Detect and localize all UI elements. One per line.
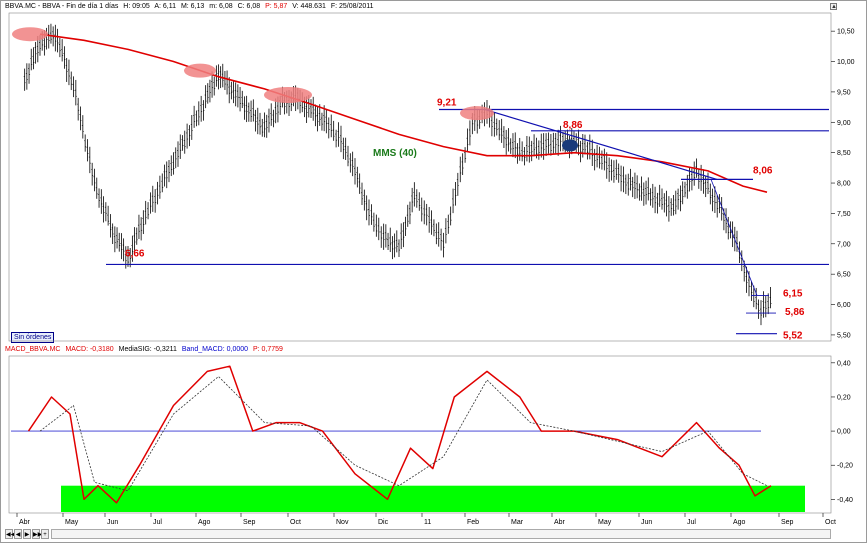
- zoom-button[interactable]: +: [41, 529, 49, 539]
- x-tick-label: Jun: [641, 519, 652, 526]
- chart-canvas: 10,50 10,00 9,50 9,00 8,50 8,00 7,50 7,00 6,50 6,…: [8, 12, 855, 526]
- macd-ytick-label: 0,00: [837, 429, 851, 436]
- x-tick-label: Feb: [467, 519, 479, 526]
- price-annotation-label: 8,06: [753, 165, 773, 176]
- last-button[interactable]: ▶▶: [32, 529, 42, 539]
- horizontal-scrollbar[interactable]: [51, 529, 831, 539]
- price-ytick-label: 6,50: [837, 272, 851, 279]
- x-tick-label: 11: [424, 519, 431, 526]
- x-tick-label: May: [598, 519, 612, 526]
- price-ytick-label: 10,00: [837, 59, 855, 66]
- prev-button[interactable]: ◀: [14, 529, 22, 539]
- highlight-ellipse: [184, 63, 216, 78]
- macd-ytick-label: -0,20: [837, 463, 853, 470]
- macd-ytick-label: 0,40: [837, 360, 851, 367]
- macd-ytick-label: 0,20: [837, 394, 851, 401]
- highlight-ellipse: [264, 86, 312, 103]
- x-tick-label: Ago: [198, 519, 211, 526]
- macd-line: [27, 365, 772, 504]
- price-ytick-label: 9,50: [837, 89, 851, 96]
- price-ytick-label: 8,00: [837, 181, 851, 188]
- highlight-dot: [562, 139, 578, 152]
- highlight-ellipse: [12, 27, 48, 42]
- price-ytick-label: 7,50: [837, 211, 851, 218]
- x-tick-label: Sep: [243, 519, 256, 526]
- price-ytick-label: 6,00: [837, 302, 851, 309]
- x-tick-label: Dic: [378, 519, 389, 526]
- x-tick-label: Oct: [290, 519, 301, 526]
- x-tick-label: Jul: [687, 519, 696, 526]
- x-tick-label: Jun: [107, 519, 118, 526]
- price-ytick-label: 5,50: [837, 332, 851, 339]
- price-annotation-label: 8,86: [563, 120, 583, 131]
- x-tick-label: Sep: [781, 519, 794, 526]
- price-annotation-label: 5,86: [785, 307, 805, 318]
- x-tick-label: Abr: [19, 519, 31, 526]
- oversold-zone: [61, 485, 805, 512]
- ma-annotation-label: MMS (40): [373, 148, 417, 159]
- x-tick-label: May: [65, 519, 79, 526]
- price-ytick-label: 8,50: [837, 150, 851, 157]
- x-tick-label: Ago: [733, 519, 746, 526]
- highlight-ellipse: [460, 106, 494, 121]
- price-ytick-label: 9,00: [837, 120, 851, 127]
- price-ytick-label: 10,50: [837, 29, 855, 36]
- first-button[interactable]: ◀◀: [5, 529, 15, 539]
- x-tick-label: Jul: [153, 519, 162, 526]
- steep-trend-line: [710, 179, 758, 296]
- x-tick-label: Abr: [554, 519, 566, 526]
- price-ytick-label: 7,00: [837, 241, 851, 248]
- chart-window: BBVA.MC - BBVA - Fin de día 1 días H: 09…: [0, 0, 867, 543]
- moving-average-line: [39, 33, 768, 193]
- x-tick-label: Nov: [336, 519, 349, 526]
- next-button[interactable]: ▶: [23, 529, 31, 539]
- price-annotation-label: 9,21: [437, 98, 457, 109]
- price-bars: [23, 23, 772, 326]
- macd-ytick-label: -0,40: [837, 497, 853, 504]
- signal-line: [39, 375, 768, 492]
- price-annotation-label: 5,52: [783, 331, 803, 342]
- x-tick-label: Oct: [825, 519, 836, 526]
- price-annotation-label: 6,15: [783, 288, 803, 299]
- x-tick-label: Mar: [511, 519, 524, 526]
- price-annotation-label: 6,66: [125, 248, 145, 259]
